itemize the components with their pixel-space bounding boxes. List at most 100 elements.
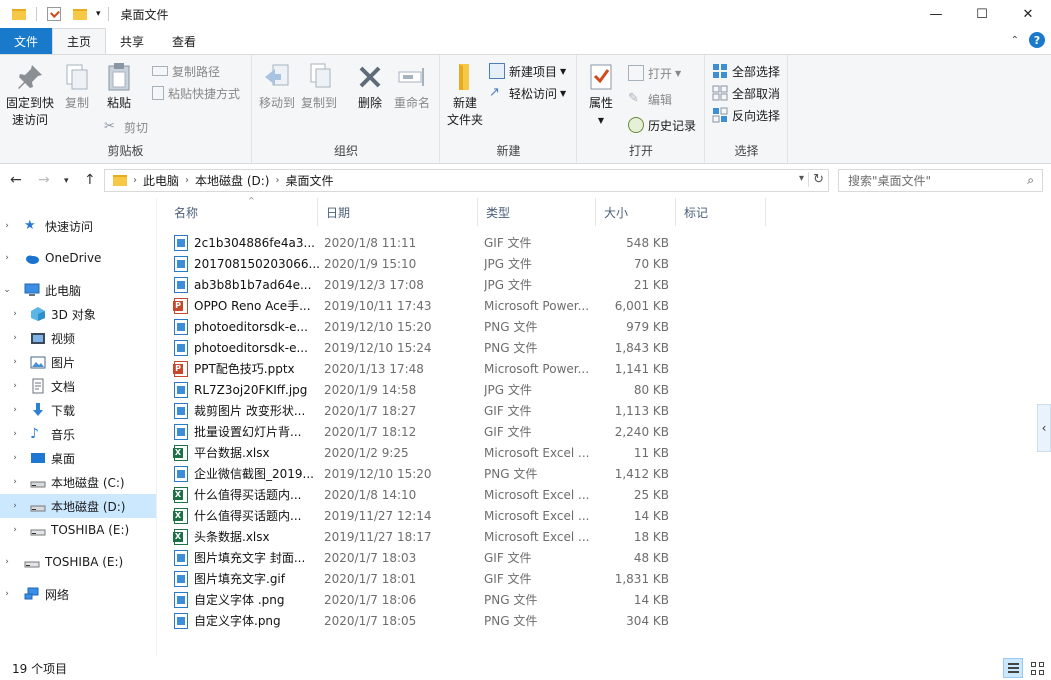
nav-documents[interactable]: › 文档 xyxy=(0,374,156,398)
expand-chevron-icon[interactable]: › xyxy=(10,333,20,343)
up-arrow-icon[interactable]: ↑ xyxy=(84,172,96,188)
nav-onedrive[interactable]: › OneDrive xyxy=(0,246,156,270)
breadcrumb-this-pc[interactable]: 此电脑 xyxy=(143,172,179,189)
chevron-right-icon[interactable]: › xyxy=(275,175,279,186)
history-button[interactable]: 历史记录 xyxy=(628,115,696,135)
expand-chevron-icon[interactable]: › xyxy=(2,253,12,263)
expand-chevron-icon[interactable]: › xyxy=(10,525,20,535)
large-icons-view-icon[interactable] xyxy=(1027,658,1047,678)
collapse-ribbon-icon[interactable]: ⌃ xyxy=(1011,35,1019,46)
nav-videos[interactable]: › 视频 xyxy=(0,326,156,350)
expand-chevron-icon[interactable]: › xyxy=(10,405,20,415)
pin-quick-access-button[interactable]: 固定到快 速访问 xyxy=(4,61,56,129)
close-button[interactable]: ✕ xyxy=(1005,0,1051,28)
help-icon[interactable]: ? xyxy=(1029,32,1045,48)
file-row[interactable]: 头条数据.xlsx 2019/11/27 18:17 Microsoft Excel… xyxy=(173,526,669,547)
nav-drive-d[interactable]: › 本地磁盘 (D:) xyxy=(0,494,156,518)
expand-chevron-icon[interactable]: › xyxy=(10,429,20,439)
expand-chevron-icon[interactable]: › xyxy=(2,557,12,567)
select-all-button[interactable]: 全部选择 xyxy=(712,61,780,81)
recent-locations-chevron-icon[interactable]: ▾ xyxy=(64,176,69,186)
tab-share[interactable]: 共享 xyxy=(106,28,158,54)
maximize-button[interactable]: ☐ xyxy=(959,0,1005,28)
select-none-button[interactable]: 全部取消 xyxy=(712,83,780,103)
column-header-type[interactable]: 类型 xyxy=(478,198,596,226)
delete-button[interactable]: 删除 xyxy=(353,61,387,112)
properties-quick-icon[interactable] xyxy=(47,7,61,21)
file-row[interactable]: OPPO Reno Ace手... 2019/10/11 17:43 Microso… xyxy=(173,295,669,316)
breadcrumb-drive-d[interactable]: 本地磁盘 (D:) xyxy=(195,172,269,189)
file-row[interactable]: RL7Z3oj20FKIff.jpg 2020/1/9 14:58 JPG 文件 80… xyxy=(174,379,669,400)
file-row[interactable]: 自定义字体.png 2020/1/7 18:05 PNG 文件 304 KB xyxy=(174,610,669,631)
address-history-chevron-icon[interactable]: ▾ xyxy=(799,173,804,184)
expand-chevron-icon[interactable]: › xyxy=(10,453,20,463)
expand-chevron-icon[interactable]: › xyxy=(10,381,20,391)
copy-button[interactable]: 复制 xyxy=(60,61,94,112)
nav-this-pc[interactable]: ⌄ 此电脑 xyxy=(0,278,156,302)
refresh-icon[interactable]: ↻ xyxy=(808,172,824,187)
file-row[interactable]: 批量设置幻灯片背... 2020/1/7 18:12 GIF 文件 2,240 KB xyxy=(174,421,669,442)
column-header-name[interactable]: ^ 名称 xyxy=(166,196,318,226)
easy-access-button[interactable]: ↗ 轻松访问 ▼ xyxy=(489,83,566,103)
back-arrow-icon[interactable]: ← xyxy=(10,172,22,188)
file-row[interactable]: 企业微信截图_2019... 2019/12/10 15:20 PNG 文件 1,41… xyxy=(174,463,669,484)
nav-network[interactable]: › 网络 xyxy=(0,582,156,606)
properties-button[interactable]: 属性 ▼ xyxy=(584,61,618,129)
file-row[interactable]: 平台数据.xlsx 2020/1/2 9:25 Microsoft Excel ..… xyxy=(173,442,669,463)
nav-toshiba-e[interactable]: › TOSHIBA (E:) xyxy=(0,518,156,542)
copy-to-button[interactable]: 复制到 xyxy=(299,61,339,112)
tab-view[interactable]: 查看 xyxy=(158,28,210,54)
minimize-button[interactable]: — xyxy=(913,0,959,28)
tab-home[interactable]: 主页 xyxy=(52,28,107,54)
nav-music[interactable]: › ♪ 音乐 xyxy=(0,422,156,446)
new-folder-quick-icon[interactable] xyxy=(73,8,87,20)
expand-chevron-icon[interactable]: › xyxy=(10,501,20,511)
new-item-button[interactable]: 新建项目 ▼ xyxy=(489,61,566,81)
file-row[interactable]: photoeditorsdk-e... 2019/12/10 15:20 PNG 文… xyxy=(174,316,669,337)
file-row[interactable]: 什么值得买话题内... 2020/1/8 14:10 Microsoft Excel… xyxy=(173,484,669,505)
nav-toshiba-e-root[interactable]: › TOSHIBA (E:) xyxy=(0,550,156,574)
collapse-chevron-icon[interactable]: ⌄ xyxy=(2,285,12,295)
column-header-size[interactable]: 大小 xyxy=(596,198,676,226)
edit-button[interactable]: ✎ 编辑 xyxy=(628,89,672,109)
details-view-icon[interactable] xyxy=(1003,658,1023,678)
file-row[interactable]: 什么值得买话题内... 2019/11/27 12:14 Microsoft Exc… xyxy=(173,505,669,526)
file-row[interactable]: 2c1b304886fe4a3... 2020/1/8 11:11 GIF 文件 54… xyxy=(174,232,669,253)
file-row[interactable]: ab3b8b1b7ad64e... 2019/12/3 17:08 JPG 文件 21… xyxy=(174,274,669,295)
nav-desktop[interactable]: › 桌面 xyxy=(0,446,156,470)
file-row[interactable]: 自定义字体 .png 2020/1/7 18:06 PNG 文件 14 KB xyxy=(174,589,669,610)
forward-arrow-icon[interactable]: → xyxy=(38,172,50,188)
customize-toolbar-chevron-icon[interactable]: ▾ xyxy=(96,9,101,19)
cut-button[interactable]: ✂ 剪切 xyxy=(104,117,148,137)
new-folder-button[interactable]: 新建 文件夹 xyxy=(445,61,485,129)
expand-chevron-icon[interactable]: › xyxy=(10,309,20,319)
column-header-date[interactable]: 日期 xyxy=(318,198,478,226)
tab-file[interactable]: 文件 xyxy=(0,28,53,54)
nav-drive-c[interactable]: › 本地磁盘 (C:) xyxy=(0,470,156,494)
copy-path-button[interactable]: 复制路径 xyxy=(152,61,220,81)
column-header-tags[interactable]: 标记 xyxy=(676,198,766,226)
nav-downloads[interactable]: › 下载 xyxy=(0,398,156,422)
file-row[interactable]: photoeditorsdk-e... 2019/12/10 15:24 PNG 文… xyxy=(174,337,669,358)
file-row[interactable]: 裁剪图片 改变形状... 2020/1/7 18:27 GIF 文件 1,113 KB xyxy=(174,400,669,421)
address-bar[interactable]: › 此电脑 › 本地磁盘 (D:) › 桌面文件 ▾ ↻ xyxy=(104,169,829,192)
nav-pictures[interactable]: › 图片 xyxy=(0,350,156,374)
file-row[interactable]: 201708150203066... 2020/1/9 15:10 JPG 文件 70… xyxy=(174,253,669,274)
expand-chevron-icon[interactable]: › xyxy=(10,357,20,367)
search-box[interactable]: 搜索"桌面文件" ⌕ xyxy=(838,169,1043,192)
rename-button[interactable]: 重命名 xyxy=(391,61,433,112)
invert-selection-button[interactable]: 反向选择 xyxy=(712,105,780,125)
expand-pane-chevron-icon[interactable]: ‹ xyxy=(1037,404,1051,452)
move-to-button[interactable]: 移动到 xyxy=(257,61,297,112)
open-button[interactable]: 打开 ▼ xyxy=(628,63,681,83)
chevron-right-icon[interactable]: › xyxy=(185,175,189,186)
nav-3d-objects[interactable]: › 3D 对象 xyxy=(0,302,156,326)
file-row[interactable]: 图片填充文字 封面... 2020/1/7 18:03 GIF 文件 48 KB xyxy=(174,547,669,568)
file-row[interactable]: PPT配色技巧.pptx 2020/1/13 17:48 Microsoft Pow… xyxy=(173,358,669,379)
expand-chevron-icon[interactable]: › xyxy=(10,477,20,487)
file-row[interactable]: 图片填充文字.gif 2020/1/7 18:01 GIF 文件 1,831 KB xyxy=(174,568,669,589)
nav-quick-access[interactable]: › ★ 快速访问 xyxy=(0,214,156,238)
breadcrumb-desktop-files[interactable]: 桌面文件 xyxy=(285,172,333,189)
paste-button[interactable]: 粘贴 xyxy=(102,61,136,112)
chevron-right-icon[interactable]: › xyxy=(133,175,137,186)
